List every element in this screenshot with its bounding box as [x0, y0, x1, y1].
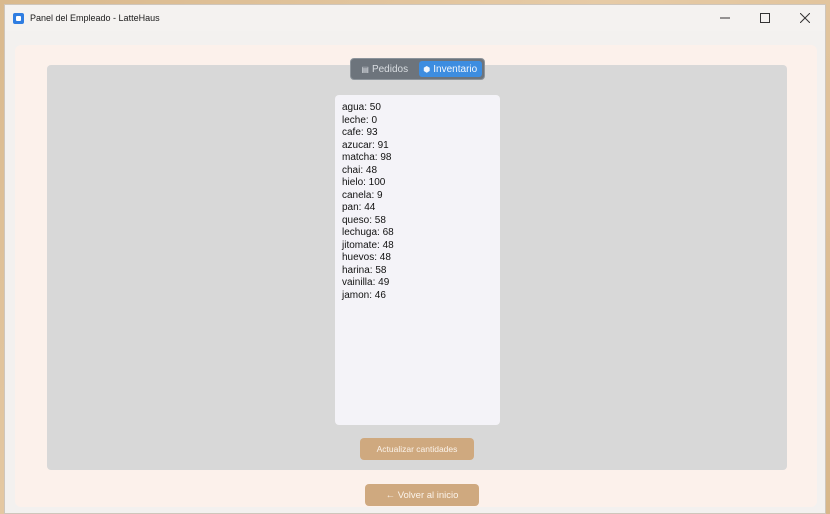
minimize-button[interactable] — [705, 5, 745, 31]
inventory-item: jamon: 46 — [342, 289, 386, 301]
inventory-item: lechuga: 68 — [342, 227, 394, 238]
box-icon: ⬢ — [423, 64, 431, 74]
inventory-item: chai: 48 — [342, 164, 378, 176]
maximize-icon — [760, 13, 770, 23]
minimize-icon — [720, 17, 730, 19]
inventory-item: cafe: 93 — [342, 127, 378, 138]
window-controls — [705, 5, 825, 31]
tab-inventario[interactable]: ⬢ Inventario — [418, 61, 482, 77]
inventory-item: canela: 9 — [342, 189, 383, 201]
tab-inventario-label: Inventario — [433, 63, 478, 75]
app-window: Panel del Empleado - LatteHaus ▤ Pedidos… — [4, 4, 826, 514]
inventory-item: vainilla: 49 — [342, 277, 390, 288]
inventory-item: jitomate: 48 — [342, 239, 394, 251]
inventory-item: queso: 58 — [342, 214, 386, 226]
window-title: Panel del Empleado - LatteHaus — [30, 13, 160, 23]
inventory-item: azucar: 91 — [342, 139, 389, 151]
tab-switcher: ▤ Pedidos ⬢ Inventario — [350, 58, 485, 80]
inventory-item: huevos: 48 — [342, 252, 391, 263]
inventory-item: leche: 0 — [342, 114, 378, 126]
tab-pedidos-label: Pedidos — [371, 63, 409, 75]
inventory-item: pan: 44 — [342, 202, 376, 213]
tab-pedidos[interactable]: ▤ Pedidos — [353, 61, 417, 77]
close-button[interactable] — [785, 5, 825, 31]
inventory-item: hielo: 100 — [342, 177, 386, 188]
app-icon — [13, 12, 24, 24]
inventory-panel: ▤ Pedidos ⬢ Inventario agua: 50 leche: 0… — [47, 58, 787, 470]
update-quantities-button[interactable]: Actualizar cantidades — [360, 438, 474, 460]
title-bar[interactable]: Panel del Empleado - LatteHaus — [5, 5, 825, 31]
close-icon — [800, 13, 810, 23]
inventory-item: matcha: 98 — [342, 152, 392, 163]
clipboard-icon: ▤ — [361, 64, 369, 74]
inventory-item: agua: 50 — [342, 102, 381, 113]
inventory-list[interactable]: agua: 50 leche: 0 cafe: 93 azucar: 91 ma… — [335, 95, 500, 425]
maximize-button[interactable] — [745, 5, 785, 31]
inventory-item: harina: 58 — [342, 264, 387, 276]
back-home-button[interactable]: ← Volver al inicio — [365, 484, 479, 506]
main-content: ▤ Pedidos ⬢ Inventario agua: 50 leche: 0… — [15, 45, 817, 507]
